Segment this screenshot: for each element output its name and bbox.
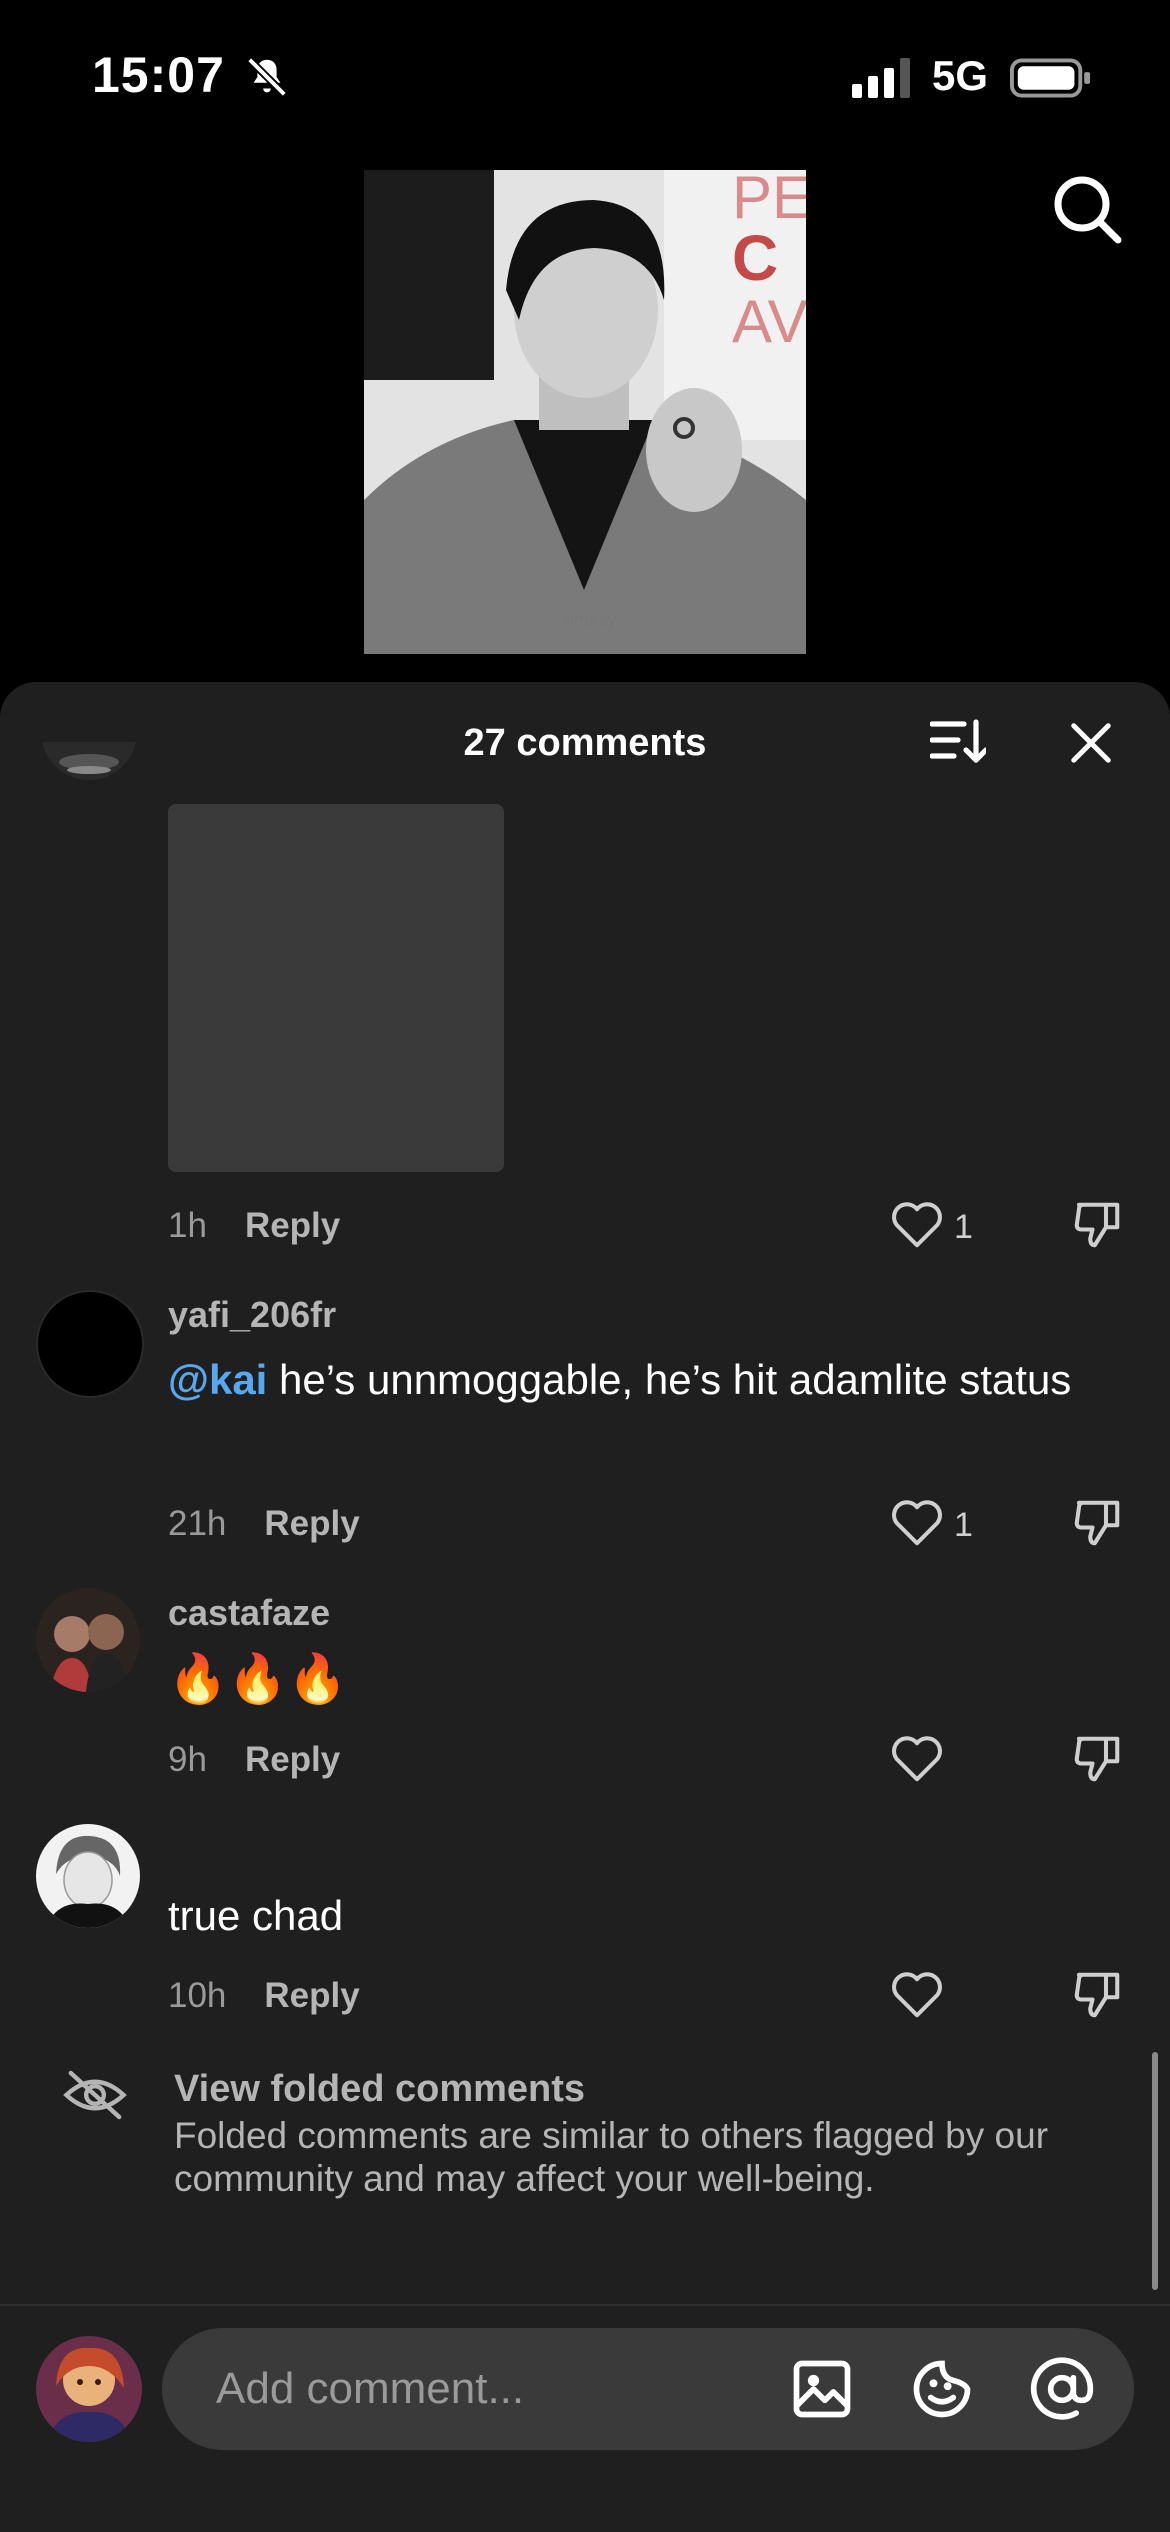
- eye-off-icon[interactable]: [62, 2068, 128, 2122]
- sort-icon[interactable]: [930, 718, 986, 766]
- comment-meta: 9h Reply: [168, 1740, 340, 1780]
- comments-sheet: 27 comments 1h Reply 1 yafi_206fr @kai he…: [0, 682, 1170, 2532]
- svg-text:AV: AV: [732, 288, 806, 355]
- add-comment-input[interactable]: [214, 2358, 778, 2420]
- view-folded-comments-link[interactable]: View folded comments: [174, 2068, 585, 2111]
- heart-icon[interactable]: [890, 1734, 944, 1784]
- comments-count: 27 comments: [463, 722, 707, 764]
- mention-link[interactable]: @kai: [168, 1356, 267, 1403]
- comment-meta: 10h Reply: [168, 1976, 360, 2016]
- comment-text: 🔥🔥🔥: [168, 1653, 348, 1706]
- dislike-icon[interactable]: [1070, 1198, 1124, 1252]
- avatar[interactable]: [36, 1824, 140, 1928]
- comment-username[interactable]: castafaze: [168, 1592, 330, 1634]
- battery-icon: [1010, 58, 1091, 98]
- folded-comments-description: Folded comments are similar to others fl…: [174, 2115, 1049, 2199]
- bell-muted-icon: [247, 57, 287, 97]
- portrait-illustration: PE C AV: [364, 170, 806, 654]
- reply-button[interactable]: Reply: [245, 1740, 340, 1779]
- network-type: 5G: [932, 52, 989, 99]
- heart-icon[interactable]: [890, 1970, 944, 2020]
- avatar[interactable]: [36, 1588, 140, 1692]
- like-count: 1: [954, 1506, 973, 1544]
- close-icon[interactable]: [1068, 720, 1114, 766]
- comment-time: 1h: [168, 1206, 207, 1245]
- reply-button[interactable]: Reply: [264, 1504, 359, 1543]
- post-image[interactable]: PE C AV rimxsy: [364, 170, 806, 654]
- reply-button[interactable]: Reply: [245, 1206, 340, 1245]
- comment-time: 10h: [168, 1976, 227, 2015]
- scrollbar[interactable]: [1152, 2052, 1158, 2290]
- comment-time: 21h: [168, 1504, 227, 1543]
- dislike-icon[interactable]: [1070, 1732, 1124, 1786]
- status-time: 15:07: [92, 47, 225, 103]
- avatar-image: [42, 742, 136, 780]
- divider: [0, 2304, 1170, 2306]
- signal-icon: [852, 58, 910, 98]
- comment-meta: 1h Reply: [168, 1206, 340, 1246]
- comment-time: 9h: [168, 1740, 207, 1779]
- avatar[interactable]: [36, 1290, 144, 1398]
- avatar-image: [36, 1824, 140, 1928]
- like-count: 1: [954, 1208, 973, 1246]
- dislike-icon[interactable]: [1070, 1496, 1124, 1550]
- comment-meta: 21h Reply: [168, 1504, 360, 1544]
- mention-icon[interactable]: [1028, 2355, 1096, 2423]
- heart-icon[interactable]: [890, 1498, 944, 1548]
- emoji-sticker-icon[interactable]: [908, 2355, 976, 2423]
- avatar-image: [36, 1588, 140, 1692]
- heart-icon[interactable]: [890, 1200, 944, 1250]
- dislike-icon[interactable]: [1070, 1968, 1124, 2022]
- comment-text: true chad: [168, 1892, 344, 1939]
- svg-text:C: C: [732, 222, 778, 294]
- avatar[interactable]: [38, 742, 140, 786]
- avatar-image: [36, 2336, 142, 2442]
- my-avatar[interactable]: [36, 2336, 142, 2442]
- comment-username[interactable]: yafi_206fr: [168, 1294, 336, 1336]
- search-icon[interactable]: [1048, 170, 1128, 250]
- comment-body: he’s unnmoggable, he’s hit adamlite stat…: [267, 1356, 1072, 1403]
- image-icon[interactable]: [788, 2355, 856, 2423]
- reply-button[interactable]: Reply: [264, 1976, 359, 2015]
- comment-composer: [162, 2328, 1134, 2450]
- comment-text: @kai he’s unnmoggable, he’s hit adamlite…: [168, 1350, 1088, 1410]
- comment-image[interactable]: [168, 804, 504, 1172]
- photo-watermark: rimxsy: [564, 610, 616, 630]
